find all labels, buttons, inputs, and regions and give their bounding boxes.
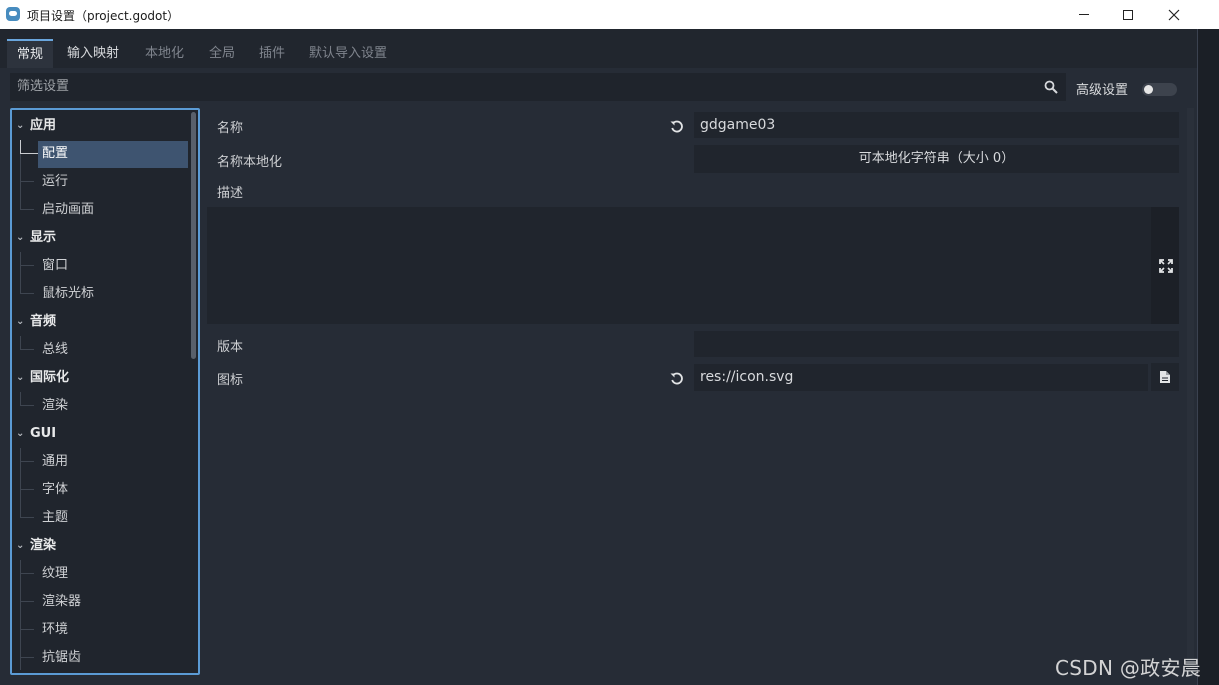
tree-item-run[interactable]: 运行 (12, 168, 188, 196)
filter-settings-input[interactable] (10, 73, 1066, 101)
tree-category-label: 音频 (30, 314, 57, 329)
toggle-knob (1144, 85, 1153, 94)
tab-import-defaults[interactable]: 默认导入设置 (299, 39, 397, 68)
divider (1197, 29, 1198, 685)
background-editor-strip (1197, 29, 1219, 685)
chevron-down-icon: ⌄ (16, 372, 25, 383)
tree-item-label: 渲染器 (42, 594, 82, 609)
tab-input-map[interactable]: 输入映射 (57, 39, 129, 68)
maximize-icon (1123, 9, 1133, 20)
tree-item-label: 纹理 (42, 566, 69, 581)
chevron-down-icon: ⌄ (16, 540, 25, 551)
tree-item-common[interactable]: 通用 (12, 448, 188, 476)
tab-general[interactable]: 常规 (7, 39, 54, 68)
tree-category-label: 渲染 (30, 538, 57, 553)
tree-item-label: 鼠标光标 (42, 286, 95, 301)
advanced-settings-toggle[interactable] (1142, 83, 1177, 96)
tree-category-display[interactable]: ⌄ 显示 (12, 224, 188, 252)
tree-item-label: 启动画面 (42, 202, 95, 217)
tree-item-renderer[interactable]: 渲染器 (12, 588, 188, 616)
watermark: CSDN @政安晨 (1055, 656, 1202, 680)
tab-bar: 常规 输入映射 本地化 全局 插件 默认导入设置 (0, 29, 1197, 68)
expand-icon[interactable] (1158, 258, 1174, 274)
chevron-down-icon: ⌄ (16, 316, 25, 327)
tree-item-label: 主题 (42, 510, 69, 525)
advanced-settings-label: 高级设置 (1076, 83, 1129, 98)
icon-path-field[interactable]: res://icon.svg (694, 364, 1148, 391)
properties-panel: 名称 gdgame03 名称本地化 可本地化字符串（大小 0） 描述 版本 图标… (207, 108, 1186, 675)
tree-item-anti-aliasing[interactable]: 抗锯齿 (12, 644, 188, 672)
name-localized-label: 名称本地化 (217, 155, 283, 170)
chevron-down-icon: ⌄ (16, 232, 25, 243)
tree-item-label: 窗口 (42, 258, 69, 273)
localizable-string-button[interactable]: 可本地化字符串（大小 0） (694, 145, 1179, 173)
search-icon (1044, 80, 1058, 94)
tree-scrollbar[interactable] (191, 112, 196, 359)
revert-icon[interactable] (669, 119, 685, 135)
file-browse-button[interactable] (1151, 363, 1179, 391)
tree-item-label: 总线 (42, 342, 69, 357)
tree-category-label: 国际化 (30, 370, 70, 385)
close-icon (1168, 9, 1180, 20)
tree-item-label: 抗锯齿 (42, 650, 82, 665)
tree-category-label: GUI (30, 426, 57, 441)
tree-category-gui[interactable]: ⌄ GUI (12, 420, 188, 448)
minimize-icon (1079, 14, 1089, 15)
tree-item-label: 渲染 (42, 398, 69, 413)
file-icon (1160, 371, 1170, 383)
panel-scrollbar[interactable] (1187, 108, 1194, 675)
tree-category-application[interactable]: ⌄ 应用 (12, 112, 188, 140)
tree-item-mouse-cursor[interactable]: 鼠标光标 (12, 280, 188, 308)
tree-category-label: 显示 (30, 230, 57, 245)
chevron-down-icon: ⌄ (16, 120, 25, 131)
filter-row: 高级设置 (0, 68, 1197, 106)
tree-category-internationalization[interactable]: ⌄ 国际化 (12, 364, 188, 392)
tree-item-label: 运行 (42, 174, 69, 189)
settings-tree: ⌄ 应用 配置 运行 启动画面 ⌄ 显示 窗口 鼠标光标 ⌄ 音频 总线 ⌄ 国… (10, 108, 200, 675)
tree-item-buses[interactable]: 总线 (12, 336, 188, 364)
tree-item-textures[interactable]: 纹理 (12, 560, 188, 588)
name-field[interactable]: gdgame03 (694, 112, 1179, 138)
maximize-button[interactable] (1105, 0, 1151, 29)
close-button[interactable] (1151, 0, 1197, 29)
tree-item-config[interactable]: 配置 (12, 140, 188, 168)
window-title: 项目设置（project.godot） (27, 9, 180, 23)
tree-category-label: 应用 (30, 118, 57, 133)
tree-category-audio[interactable]: ⌄ 音频 (12, 308, 188, 336)
tab-plugins[interactable]: 插件 (249, 39, 295, 68)
minimize-button[interactable] (1061, 0, 1107, 29)
revert-icon[interactable] (669, 371, 685, 387)
title-bar: 项目设置（project.godot） (0, 0, 1219, 29)
description-label: 描述 (217, 186, 244, 201)
tree-item-boot-splash[interactable]: 启动画面 (12, 196, 188, 224)
godot-icon (6, 7, 20, 21)
name-label: 名称 (217, 121, 244, 136)
tree-item-label: 字体 (42, 482, 69, 497)
tree-item-label: 通用 (42, 454, 69, 469)
tree-item-fonts[interactable]: 字体 (12, 476, 188, 504)
tree-item-environment[interactable]: 环境 (12, 616, 188, 644)
tree-item-window[interactable]: 窗口 (12, 252, 188, 280)
tree-item-i18n-rendering[interactable]: 渲染 (12, 392, 188, 420)
tree-category-rendering[interactable]: ⌄ 渲染 (12, 532, 188, 560)
tree-item-theme[interactable]: 主题 (12, 504, 188, 532)
description-textarea[interactable] (207, 207, 1151, 324)
tab-globals[interactable]: 全局 (199, 39, 245, 68)
version-label: 版本 (217, 340, 244, 355)
icon-label: 图标 (217, 373, 244, 388)
version-field[interactable] (694, 331, 1179, 357)
project-settings-window: 常规 输入映射 本地化 全局 插件 默认导入设置 高级设置 (0, 29, 1197, 685)
tree-item-label: 环境 (42, 622, 69, 637)
tab-localization[interactable]: 本地化 (135, 39, 194, 68)
chevron-down-icon: ⌄ (16, 428, 25, 439)
tree-item-label: 配置 (42, 146, 69, 161)
